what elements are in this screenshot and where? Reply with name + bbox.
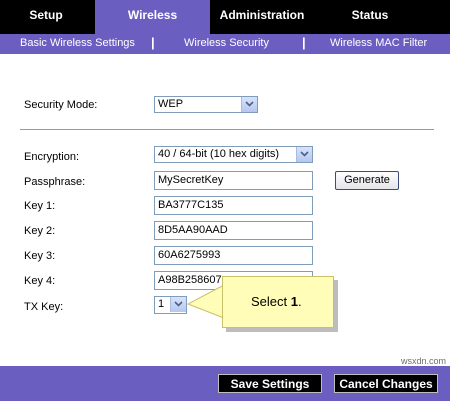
- main-tab-bar: Setup Wireless Administration Status: [0, 0, 450, 34]
- instruction-callout: Select 1.: [222, 276, 334, 328]
- subnav-wireless-mac-filter[interactable]: Wireless MAC Filter: [330, 37, 427, 49]
- tab-administration[interactable]: Administration: [212, 0, 312, 34]
- encryption-value: 40 / 64-bit (10 hex digits): [158, 148, 280, 160]
- key-4-label: Key 4:: [24, 275, 56, 287]
- subnav-separator: |: [151, 35, 155, 50]
- subnav-separator: |: [302, 35, 306, 50]
- tab-wireless[interactable]: Wireless: [95, 0, 210, 34]
- tx-key-value: 1: [158, 298, 165, 310]
- passphrase-input[interactable]: MySecretKey: [154, 171, 313, 190]
- subnav-basic-wireless-settings[interactable]: Basic Wireless Settings: [20, 37, 135, 49]
- footer-bar: Save Settings Cancel Changes: [0, 366, 450, 401]
- tx-key-label: TX Key:: [24, 301, 64, 313]
- chevron-down-icon: [241, 97, 257, 112]
- key-3-label: Key 3:: [24, 250, 56, 262]
- callout-suffix: .: [298, 294, 302, 309]
- encryption-label: Encryption:: [24, 151, 80, 163]
- watermark: wsxdn.com: [400, 356, 446, 366]
- callout-pointer-icon: [186, 284, 225, 319]
- section-divider: [20, 129, 434, 130]
- chevron-down-icon: [296, 147, 312, 162]
- tab-status[interactable]: Status: [312, 0, 428, 34]
- security-mode-select[interactable]: WEP: [154, 96, 258, 113]
- generate-button[interactable]: Generate: [335, 171, 399, 190]
- key-1-input[interactable]: BA3777C135: [154, 196, 313, 215]
- key-2-label: Key 2:: [24, 225, 56, 237]
- subnav-wireless-security[interactable]: Wireless Security: [184, 37, 269, 49]
- wireless-sub-nav: Basic Wireless Settings | Wireless Secur…: [0, 34, 450, 54]
- key-2-input[interactable]: 8D5AA90AAD: [154, 221, 313, 240]
- key-3-input[interactable]: 60A6275993: [154, 246, 313, 265]
- callout-text: Select: [251, 294, 288, 309]
- encryption-select[interactable]: 40 / 64-bit (10 hex digits): [154, 146, 313, 163]
- tab-setup[interactable]: Setup: [0, 0, 92, 34]
- tx-key-select[interactable]: 1: [154, 296, 187, 314]
- chevron-down-icon: [170, 297, 186, 312]
- key-1-label: Key 1:: [24, 200, 56, 212]
- security-mode-label: Security Mode:: [24, 99, 98, 111]
- callout-highlight: 1: [290, 294, 298, 309]
- save-settings-button[interactable]: Save Settings: [218, 374, 322, 393]
- cancel-changes-button[interactable]: Cancel Changes: [334, 374, 438, 393]
- security-mode-value: WEP: [158, 98, 184, 110]
- passphrase-label: Passphrase:: [24, 176, 86, 188]
